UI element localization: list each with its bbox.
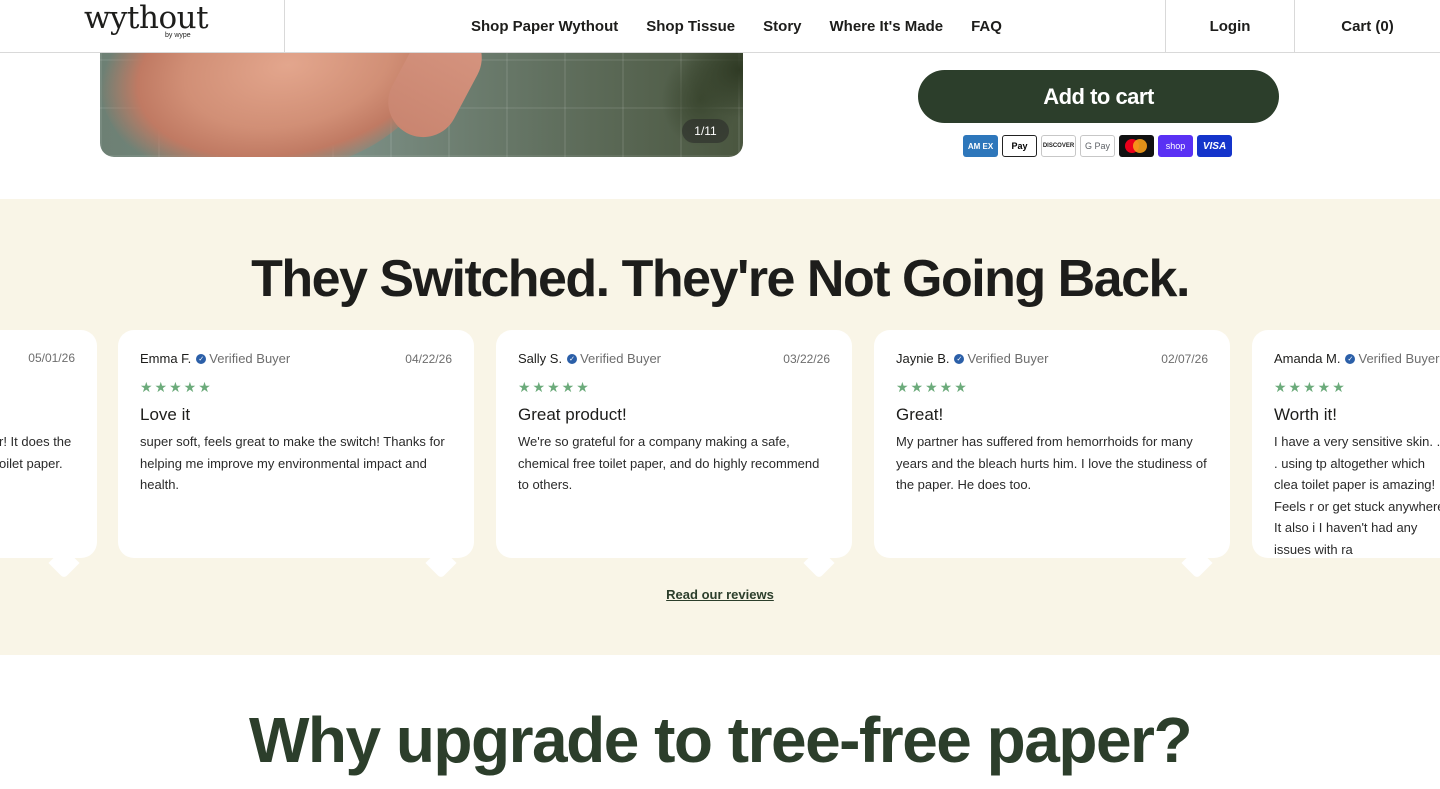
reviews-section: They Switched. They're Not Going Back. 0… [0,199,1440,655]
discover-icon: DISCOVER [1041,135,1076,157]
reviews-title: They Switched. They're Not Going Back. [251,250,1190,308]
nav-shop-paper[interactable]: Shop Paper Wythout [471,18,618,35]
logo-subtitle: by wype [165,32,191,39]
review-card: Emma F. ✓ Verified Buyer 04/22/26 ★★★★★ … [118,330,474,579]
verified-check-icon: ✓ [954,353,965,364]
reviewer-name: Sally S. [518,351,563,366]
nav-shop-tissue[interactable]: Shop Tissue [646,18,735,35]
main-nav: Shop Paper Wythout Shop Tissue Story Whe… [457,0,1002,52]
reviewer-name: Amanda M. [1274,351,1341,366]
visa-icon: VISA [1197,135,1232,157]
apple-pay-label: Pay [1011,141,1028,151]
cart-link[interactable]: Cart (0) [1294,0,1440,52]
review-card: 05/01/26 r! It does the oilet paper. [0,330,97,579]
read-reviews-link[interactable]: Read our reviews [0,587,1440,602]
payment-methods: AM EX Pay DISCOVER G Pay shop VISA [963,135,1232,157]
review-date: 05/01/26 [28,351,75,365]
add-to-cart-button[interactable]: Add to cart [918,70,1279,123]
logo-cell[interactable]: wythout by wype [0,0,285,52]
nav-story[interactable]: Story [763,18,801,35]
google-pay-icon: G Pay [1080,135,1115,157]
apple-pay-icon: Pay [1002,135,1037,157]
verified-check-icon: ✓ [567,353,578,364]
review-card: Sally S. ✓ Verified Buyer 03/22/26 ★★★★★… [496,330,852,579]
review-date: 02/07/26 [1161,351,1208,366]
verified-check-icon: ✓ [196,353,207,364]
site-header: wythout by wype Shop Paper Wythout Shop … [0,0,1440,53]
product-image[interactable] [100,40,743,157]
verified-label: Verified Buyer [967,351,1049,366]
reviewer-name: Jaynie B. [896,351,950,366]
review-date: 04/22/26 [405,351,452,366]
verified-label: Verified Buyer [580,351,662,366]
login-link[interactable]: Login [1165,0,1294,52]
image-counter: 1/11 [682,119,729,143]
review-title: Love it [140,405,191,424]
review-title: Worth it! [1274,405,1337,424]
star-rating: ★★★★★ [140,379,213,395]
upgrade-heading: Why upgrade to tree-free paper? [248,704,1193,776]
review-date: 03/22/26 [783,351,830,366]
verified-label: Verified Buyer [209,351,291,366]
mastercard-icon [1119,135,1154,157]
review-body: r! It does the oilet paper. [0,434,72,471]
review-card: Jaynie B. ✓ Verified Buyer 02/07/26 ★★★★… [874,330,1230,579]
review-body: We're so grateful for a company making a… [518,434,820,492]
review-body: My partner has suffered from hemorrhoids… [896,434,1207,492]
review-title: Great product! [518,405,627,424]
nav-faq[interactable]: FAQ [971,18,1002,35]
star-rating: ★★★★★ [518,379,591,395]
star-rating: ★★★★★ [1274,379,1347,395]
reviewer-name: Emma F. [140,351,192,366]
verified-check-icon: ✓ [1345,353,1356,364]
logo[interactable]: wythout [84,0,209,36]
review-body: I have a very sensitive skin. . . . usin… [1274,434,1440,557]
verified-label: Verified Buyer [1358,351,1440,366]
review-body: super soft, feels great to make the swit… [140,434,445,492]
star-rating: ★★★★★ [896,379,969,395]
nav-where-made[interactable]: Where It's Made [830,18,944,35]
review-title: Great! [896,405,944,424]
review-card: Amanda M. ✓ Verified Buyer ★★★★★ Worth i… [1252,330,1440,558]
shop-pay-icon: shop [1158,135,1193,157]
amex-icon: AM EX [963,135,998,157]
